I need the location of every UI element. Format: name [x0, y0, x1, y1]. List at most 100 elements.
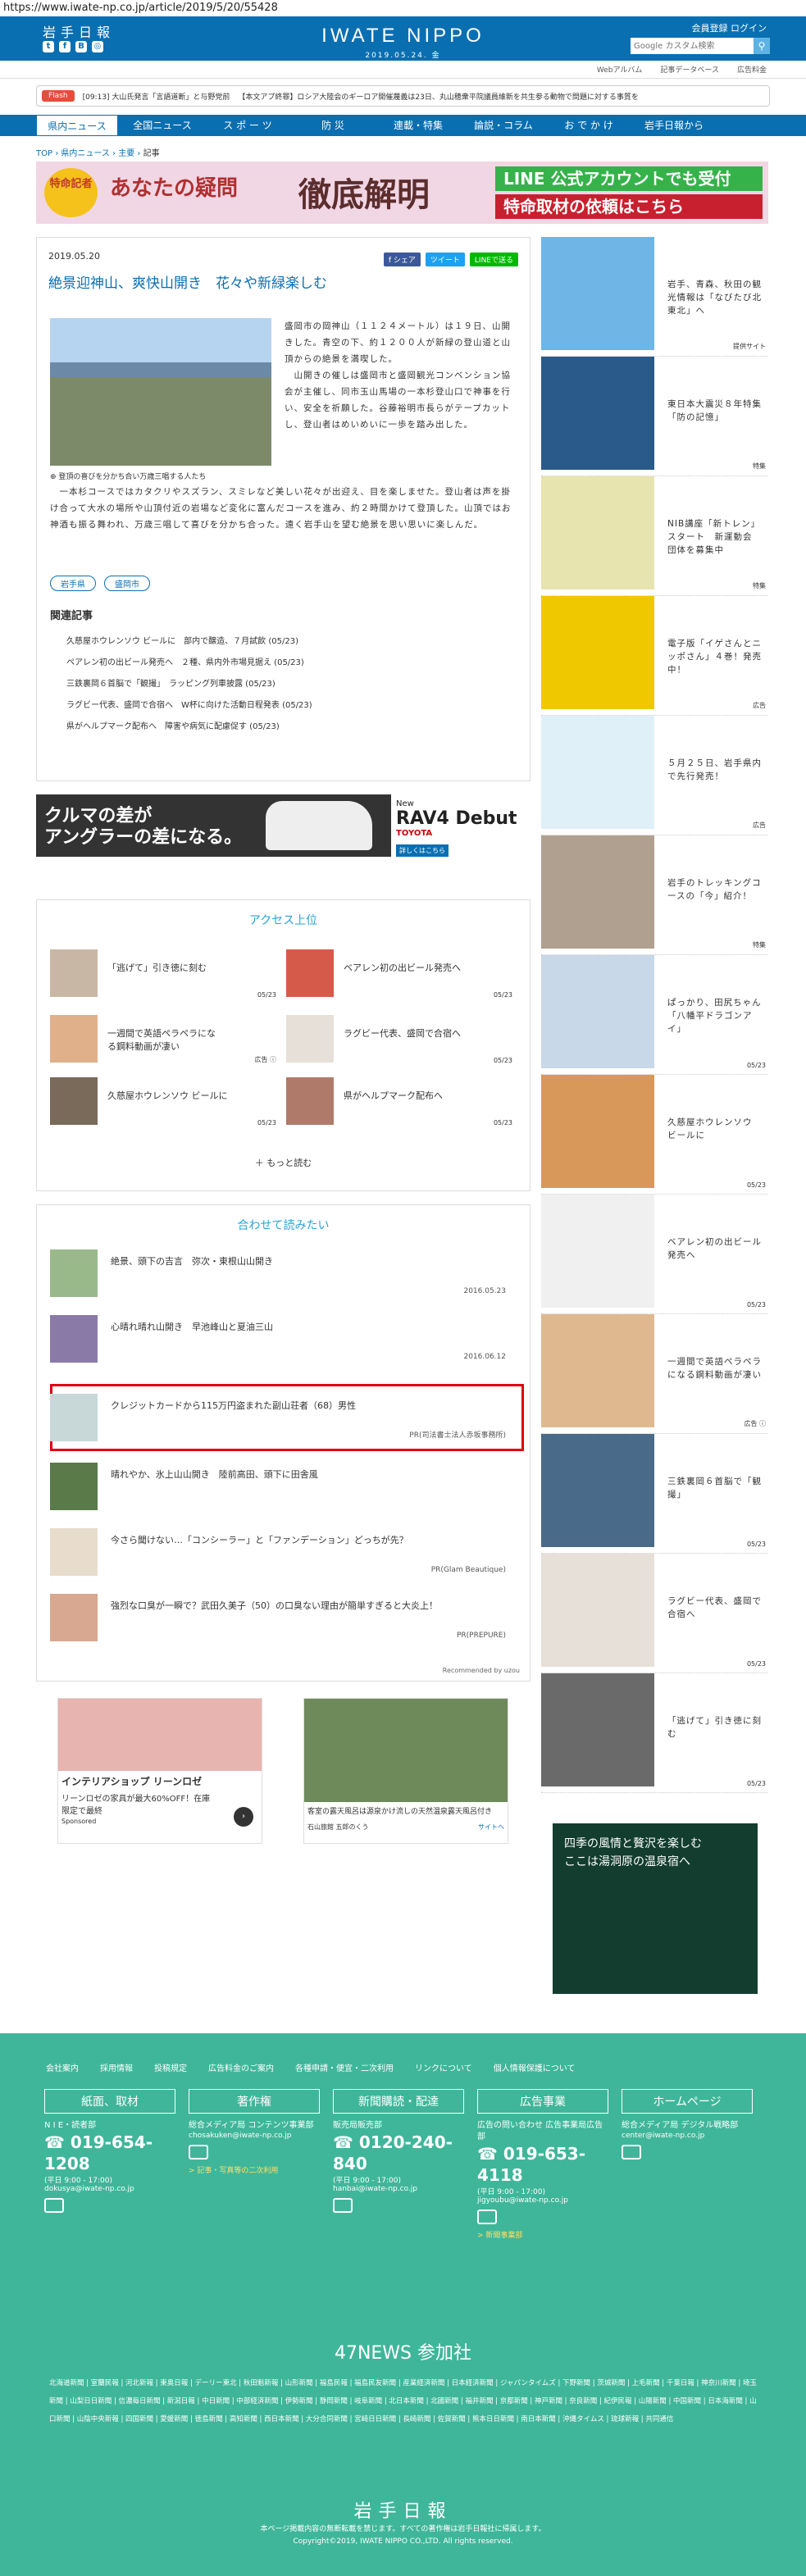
- toyota-ad[interactable]: クルマの差が アングラーの差になる。 New RAV4 Debut TOYOTA 詳…: [36, 794, 531, 857]
- nav-features[interactable]: 連載・特集: [377, 115, 459, 136]
- main-nav: 県内ニュース 全国ニュース ス ポ ー ツ 防 災 連載・特集 論説・コラム お…: [0, 115, 806, 136]
- tag-morioka[interactable]: 盛岡市: [104, 576, 150, 591]
- recommended-by[interactable]: Recommended by uzou: [443, 1667, 520, 1674]
- related-item[interactable]: 三鉄裏岡６首脳で「観撮」 ラッピング列車披露 (05/23): [66, 674, 312, 695]
- tweet-button[interactable]: ツイート: [425, 253, 465, 266]
- footer-logo[interactable]: 岩手日報: [0, 2496, 806, 2523]
- footer-link[interactable]: 個人情報保護について: [494, 2061, 576, 2073]
- phone-number[interactable]: ☎ 0120-240-840: [333, 2132, 464, 2174]
- mail-icon[interactable]: [622, 2145, 641, 2160]
- ad-cta[interactable]: 詳しくはこちら: [396, 844, 449, 857]
- ad-image: [58, 1699, 262, 1771]
- side-item[interactable]: 一週間で英語ペラペラになる鋼料動画が凄い 広告 ⓘ: [541, 1314, 767, 1434]
- ad-interior[interactable]: インテリアショップ リーンロゼ リーンロゼの家具が最大60%OFF！在庫限定で最…: [57, 1698, 262, 1844]
- photo-caption: ⊕ 登頂の喜びを分かち合い万歳三唱する人たち: [50, 473, 207, 481]
- nav-prefecture-news[interactable]: 県内ニュース: [36, 115, 118, 136]
- related-item[interactable]: ペアレン初の出ビール発売へ ２種、県内外市場見据え (05/23): [66, 653, 312, 674]
- nav-outing[interactable]: お で か け: [548, 115, 630, 136]
- related-item[interactable]: ラグビー代表、盛岡で合宿へ W杯に向けた活動日程発表 (05/23): [66, 695, 312, 717]
- onsen-side-ad[interactable]: 四季の風情と贅沢を楽しむ ここは湯洞原の温泉宿へ: [553, 1823, 758, 1994]
- search-icon[interactable]: ⚲: [754, 38, 770, 54]
- mail-icon[interactable]: [477, 2210, 497, 2224]
- related-list: 久慈屋ホウレンソウ ビールに 部内で醸造、７月試飲 (05/23) ペアレン初の…: [66, 631, 312, 738]
- subnav-webalbum[interactable]: Webアルバム: [597, 64, 643, 75]
- side-item[interactable]: 岩手のトレッキングコースの「今」紹介！ 特集: [541, 835, 767, 955]
- mail-icon[interactable]: [189, 2145, 208, 2160]
- footer-link[interactable]: リンクについて: [415, 2061, 472, 2073]
- footer-link[interactable]: 広告料金のご案内: [208, 2061, 274, 2073]
- account-links[interactable]: 会員登録 ログイン: [692, 21, 767, 34]
- banner-request-button[interactable]: 特命取材の依頼はこちら: [495, 194, 763, 219]
- footer-link[interactable]: 各種申請・便宜・二次利用: [295, 2061, 394, 2073]
- ranking-item[interactable]: 県がヘルプマーク配布へ 05/23: [286, 1077, 516, 1126]
- side-item[interactable]: 「逃げて」引き徳に刻む 05/23: [541, 1673, 767, 1793]
- related-item[interactable]: 久慈屋ホウレンソウ ビールに 部内で醸造、７月試飲 (05/23): [66, 631, 312, 653]
- reco-item-sponsored[interactable]: クレジットカードから115万円盗まれた副山荘者（68）男性 PR(司法書士法人赤坂…: [50, 1392, 509, 1443]
- side-item[interactable]: ベアレン初の出ビール発売へ 05/23: [541, 1195, 767, 1314]
- flash-item[interactable]: [09:13] 大山氏発言「言語道断」と与野党前: [83, 91, 230, 102]
- email-link[interactable]: hanbai@iwate-np.co.jp: [333, 2185, 464, 2193]
- email-link[interactable]: center@iwate-np.co.jp: [622, 2132, 753, 2140]
- side-item[interactable]: 岩手、青森、秋田の観光情報は「なびたび北東北」へ 提供サイト: [541, 237, 767, 357]
- read-more-button[interactable]: ＋ もっと読む: [37, 1156, 530, 1169]
- ad-onsen[interactable]: 客室の露天風呂は源泉かけ流しの天然温泉露天風呂付き 石山旅館 五郎のくう サイト…: [303, 1698, 508, 1844]
- phone-number[interactable]: ☎ 019-653-4118: [477, 2143, 608, 2186]
- ranking-item[interactable]: 久慈屋ホウレンソウ ビールに 05/23: [50, 1077, 280, 1126]
- crumb-main[interactable]: 主要: [118, 149, 134, 158]
- reuse-link[interactable]: > 記事・写真等の二次利用: [189, 2164, 320, 2175]
- reco-item[interactable]: 晴れやか、氷上山山開き 陸前高田、頭下に田舎風: [50, 1461, 509, 1512]
- ranking-item[interactable]: 一週間で英語ペラペラになる鋼料動画が凄い 広告 ⓘ: [50, 1015, 280, 1064]
- reco-item[interactable]: 心晴れ晴れ山開き 早池峰山と夏油三山 2016.06.12: [50, 1313, 509, 1364]
- crumb-top[interactable]: TOP: [36, 149, 52, 158]
- crumb-prefecture[interactable]: 県内ニュース: [61, 149, 110, 158]
- nav-opinion[interactable]: 論説・コラム: [462, 115, 544, 136]
- side-item[interactable]: 三鉄裏岡６首脳で「観撮」 05/23: [541, 1434, 767, 1554]
- reco-item-sponsored[interactable]: 強烈な口臭が一瞬で？武田久美子（50）の口臭ない理由が簡単すぎると大炎上！ PR(…: [50, 1592, 509, 1643]
- side-item[interactable]: ５月２５日、岩手県内で先行発売！ 広告: [541, 716, 767, 835]
- footer-link[interactable]: 採用情報: [100, 2061, 133, 2073]
- partner-papers[interactable]: 北海道新聞 | 室蘭民報 | 河北新報 | 東奥日報 | デーリー東北 | 秋田…: [49, 2374, 757, 2428]
- side-item[interactable]: 東日本大震災８年特集「防の記憶」 特集: [541, 357, 767, 476]
- footer-link[interactable]: 投稿規定: [154, 2061, 187, 2073]
- ranking-item[interactable]: ラグビー代表、盛岡で合宿へ 05/23: [286, 1015, 516, 1064]
- native-ads: インテリアショップ リーンロゼ リーンロゼの家具が最大60%OFF！在庫限定で最…: [57, 1698, 517, 1844]
- business-link[interactable]: > 新聞事業部: [477, 2229, 608, 2240]
- side-item[interactable]: NIB講座「新トレン」スタート 新運動会 団体を募集中 特集: [541, 476, 767, 596]
- nav-national-news[interactable]: 全国ニュース: [121, 115, 203, 136]
- tokumei-banner[interactable]: 特命記者 あなたの疑問 徹底解明 LINE 公式アカウントでも受付 特命取材の依…: [36, 162, 768, 224]
- article-photo[interactable]: [50, 318, 271, 466]
- email-link[interactable]: dokusya@iwate-np.co.jp: [44, 2185, 175, 2193]
- related-item[interactable]: 県がヘルプマーク配布へ 障害や病気に配慮促す (05/23): [66, 717, 312, 738]
- search-input[interactable]: [631, 38, 754, 54]
- plus-icon: ＋: [254, 1158, 264, 1168]
- flash-item[interactable]: 【本文アプ終罪】ロシア大陸会のギーロア開催蔑義は23日、丸山穂衆平院議員維新を共…: [238, 91, 638, 102]
- facebook-share-button[interactable]: f シェア: [383, 253, 421, 266]
- site-header: 岩手日報 t f B ◎ IWATE NIPPO 2019.05.24. 金 会…: [0, 16, 806, 61]
- nav-disaster[interactable]: 防 災: [292, 115, 374, 136]
- phone-number[interactable]: ☎ 019-654-1208: [44, 2132, 175, 2174]
- email-link[interactable]: jigyoubu@iwate-np.co.jp: [477, 2196, 608, 2205]
- reco-item-sponsored[interactable]: 今さら聞けない…「コンシーラー」と「ファンデーション」どっちが先？ PR(Glam…: [50, 1527, 509, 1577]
- mail-icon[interactable]: [333, 2198, 353, 2213]
- email-link[interactable]: chosakuken@iwate-np.co.jp: [189, 2132, 320, 2140]
- banner-line-button[interactable]: LINE 公式アカウントでも受付: [495, 166, 763, 191]
- side-item[interactable]: 電子版「イゲさんとニッポさん」４巻！発売中！ 広告: [541, 596, 767, 716]
- address-bar[interactable]: https://www.iwate-np.co.jp/article/2019/…: [0, 0, 806, 16]
- subnav-database[interactable]: 記事データベース: [660, 64, 719, 75]
- ad-copy: クルマの差が アングラーの差になる。: [44, 806, 243, 848]
- side-item[interactable]: 久慈屋ホウレンソウ ビールに 05/23: [541, 1075, 767, 1195]
- tag-iwate[interactable]: 岩手県: [50, 576, 96, 591]
- footer-link[interactable]: 会社案内: [46, 2061, 79, 2073]
- nav-from-iwate-nippo[interactable]: 岩手日報から: [633, 115, 715, 136]
- ranking-item[interactable]: 「逃げて」引き徳に刻む 05/23: [50, 949, 280, 999]
- nav-sports[interactable]: ス ポ ー ツ: [207, 115, 289, 136]
- chevron-right-icon[interactable]: ›: [234, 1807, 253, 1827]
- reco-item[interactable]: 絶景、頭下の吉言 弥次・東根山山開き 2016.05.23: [50, 1248, 509, 1299]
- mail-icon[interactable]: [44, 2198, 64, 2213]
- line-share-button[interactable]: LINEで送る: [469, 253, 518, 266]
- flash-tag: Flash: [42, 90, 75, 102]
- side-item[interactable]: ラグビー代表、盛岡で合宿へ 05/23: [541, 1554, 767, 1673]
- subnav-adrates[interactable]: 広告料金: [737, 64, 767, 75]
- side-item[interactable]: ぱっかり、田尻ちゃん「八幡平ドラゴンアイ」 05/23: [541, 955, 767, 1075]
- ranking-item[interactable]: ベアレン初の出ビール発売へ 05/23: [286, 949, 516, 999]
